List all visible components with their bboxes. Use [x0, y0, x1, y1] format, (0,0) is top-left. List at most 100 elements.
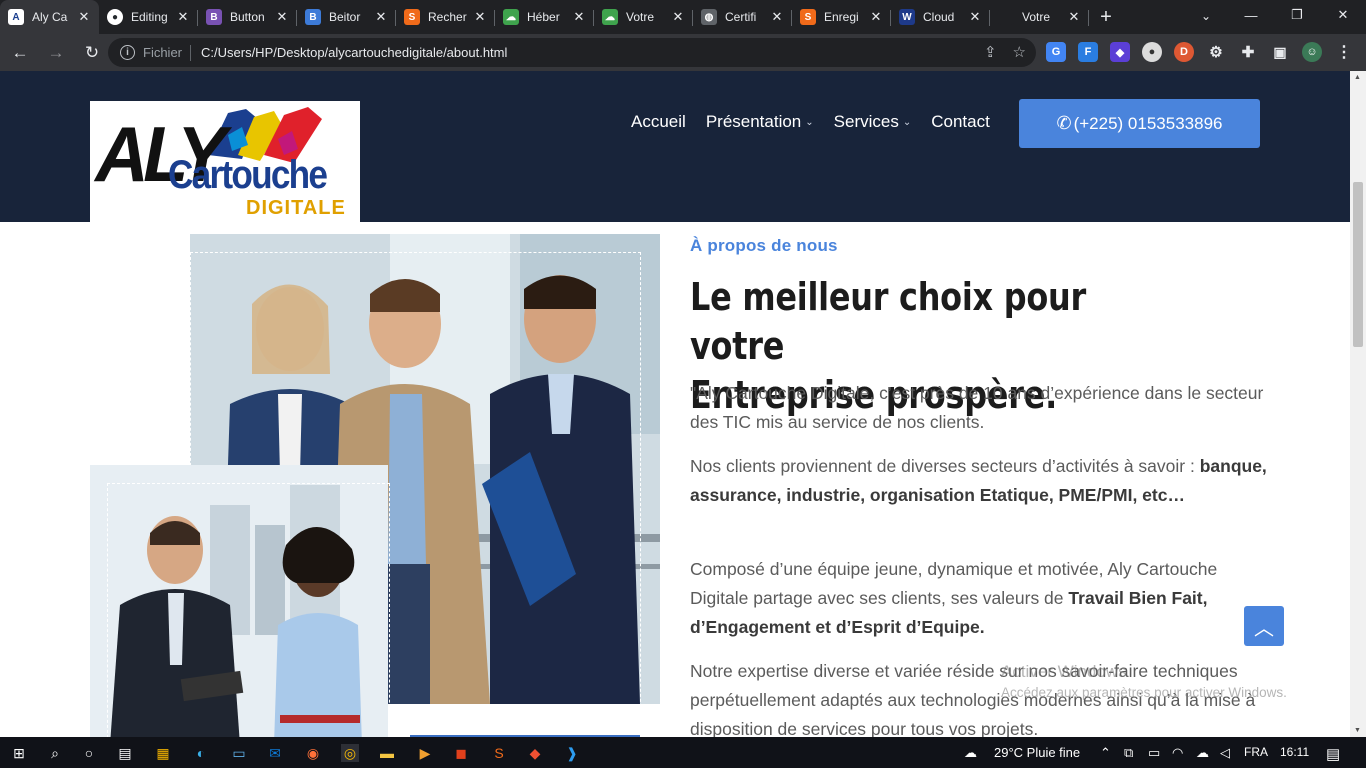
cortana-icon[interactable]: ○ — [80, 744, 98, 762]
purple-extension-icon[interactable]: ◆ — [1110, 42, 1130, 62]
scroll-down-arrow-icon[interactable]: ▼ — [1354, 727, 1361, 734]
bookmark-star-icon[interactable]: ☆ — [1013, 43, 1026, 61]
tab-close-icon[interactable]: ✕ — [176, 9, 190, 25]
tab-label: Certifi — [725, 10, 757, 24]
browser-tab[interactable]: Votre ✕ — [990, 0, 1089, 34]
site-info-icon[interactable]: i — [120, 45, 135, 60]
site-logo[interactable]: ALY Cartouche DIGITALE — [90, 101, 360, 222]
phone-icon: ✆ — [1056, 113, 1072, 133]
tab-close-icon[interactable]: ✕ — [869, 9, 883, 25]
windows-start-icon[interactable]: ⊞ — [10, 744, 28, 762]
mail-icon[interactable]: ✉ — [266, 744, 284, 762]
pc-icon[interactable]: ▭ — [230, 744, 248, 762]
browser-tab[interactable]: W Cloud ✕ — [891, 0, 990, 34]
tab-close-icon[interactable]: ✕ — [770, 9, 784, 25]
side-panel-icon[interactable]: ▣ — [1270, 42, 1290, 62]
phone-button[interactable]: ✆ (+225) 0153533896 — [1019, 99, 1260, 148]
store-icon[interactable]: ▦ — [154, 744, 172, 762]
onedrive-icon[interactable]: ☁ — [1196, 745, 1209, 761]
tab-close-icon[interactable]: ✕ — [671, 9, 685, 25]
clock[interactable]: 16:11 — [1280, 745, 1309, 759]
chevron-down-icon: ⌄ — [902, 116, 912, 128]
url-text[interactable]: C:/Users/HP/Desktop/alycartouchedigitale… — [201, 45, 507, 60]
tab-list: A Aly Ca ✕ ● Editing ✕ B Button ✕ B Beitor ✕ S Recher… — [0, 0, 1089, 34]
browser-tab[interactable]: S Enregi ✕ — [792, 0, 891, 34]
vscode-icon[interactable]: ❱ — [563, 744, 581, 762]
tab-close-icon[interactable]: ✕ — [572, 9, 586, 25]
firefox-icon[interactable]: ◉ — [304, 744, 322, 762]
battery-icon[interactable]: ▭ — [1148, 745, 1160, 761]
media-player-icon[interactable]: ▶ — [416, 744, 434, 762]
task-view-icon[interactable]: ▤ — [116, 744, 134, 762]
address-bar[interactable]: i Fichier C:/Users/HP/Desktop/alycartouc… — [108, 38, 1036, 67]
search-icon[interactable]: ⌕ — [46, 744, 64, 762]
tab-label: Votre — [1022, 10, 1051, 24]
minimize-button[interactable]: — — [1228, 0, 1274, 30]
file-explorer-icon[interactable]: ▬ — [378, 744, 396, 762]
maximize-button[interactable]: ❐ — [1274, 0, 1320, 30]
headline-line-1: Le meilleur choix pour votre — [690, 275, 1086, 368]
phone-number: (+225) 0153533896 — [1073, 113, 1223, 133]
browser-tab[interactable]: ☁ Héber ✕ — [495, 0, 594, 34]
tray-app-icon[interactable]: ⧉ — [1124, 745, 1133, 761]
language-indicator[interactable]: FRA — [1244, 745, 1268, 759]
google-translate-extension-icon[interactable]: G — [1046, 42, 1066, 62]
site-header: ALY Cartouche DIGITALE Accueil Présentati… — [0, 71, 1350, 222]
duckduckgo-extension-icon[interactable]: D — [1174, 42, 1194, 62]
new-tab-button[interactable]: + — [1089, 0, 1123, 34]
nav-item-1[interactable]: Accueil — [631, 112, 686, 132]
wifi-icon[interactable]: ◠ — [1172, 745, 1183, 761]
tab-close-icon[interactable]: ✕ — [374, 9, 388, 25]
back-to-top-button[interactable]: ︿ — [1244, 606, 1284, 646]
weather-text[interactable]: 29°C Pluie fine — [994, 745, 1080, 760]
window-controls: — ❐ ✕ — [1228, 0, 1366, 34]
back-button[interactable]: ← — [4, 37, 36, 69]
sublime-icon: S — [404, 9, 420, 25]
nav-item-2[interactable]: Présentation ⌄ — [706, 112, 814, 132]
weather-cloud-icon[interactable]: ☁ — [964, 745, 977, 761]
notifications-icon[interactable]: ▤ — [1326, 745, 1340, 763]
git-icon[interactable]: ◆ — [526, 744, 544, 762]
tab-separator — [1088, 10, 1089, 26]
browser-tab[interactable]: ☁ Votre ✕ — [594, 0, 693, 34]
tab-label: Editing — [131, 10, 168, 24]
page-scrollbar[interactable]: ▲ ▼ — [1350, 71, 1366, 737]
sublime-text-icon[interactable]: S — [490, 744, 508, 762]
tab-close-icon[interactable]: ✕ — [1067, 9, 1081, 25]
forward-button[interactable]: → — [40, 37, 72, 69]
scroll-up-arrow-icon[interactable]: ▲ — [1354, 74, 1361, 81]
browser-menu-icon[interactable]: ⋮ — [1334, 42, 1354, 62]
nav-item-3[interactable]: Services ⌄ — [834, 112, 912, 132]
browser-tab[interactable]: B Button ✕ — [198, 0, 297, 34]
reload-button[interactable]: ↻ — [76, 37, 108, 69]
browser-tab[interactable]: A Aly Ca ✕ — [0, 0, 99, 34]
edge-icon[interactable]: ◐ — [192, 744, 210, 762]
browser-tab[interactable]: B Beitor ✕ — [297, 0, 396, 34]
nav-item-4[interactable]: Contact — [931, 112, 990, 132]
tab-search-icon[interactable]: ⌄ — [1194, 4, 1218, 28]
tab-close-icon[interactable]: ✕ — [968, 9, 982, 25]
browser-tab[interactable]: ◍ Certifi ✕ — [693, 0, 792, 34]
tab-label: Beitor — [329, 10, 361, 24]
share-icon[interactable]: ⇪ — [984, 43, 997, 61]
circle-extension-icon[interactable]: ● — [1142, 42, 1162, 62]
chrome-icon[interactable]: ◎ — [341, 744, 359, 762]
tab-label: Cloud — [923, 10, 955, 24]
nav-item-label: Présentation — [705, 112, 802, 131]
browser-tab[interactable]: ● Editing ✕ — [99, 0, 198, 34]
scrollbar-thumb[interactable] — [1353, 182, 1363, 347]
tab-close-icon[interactable]: ✕ — [77, 9, 91, 25]
decorative-dashed-frame-small — [107, 483, 390, 737]
close-window-button[interactable]: ✕ — [1320, 0, 1366, 30]
tab-close-icon[interactable]: ✕ — [275, 9, 289, 25]
nav-item-label: Accueil — [631, 112, 686, 131]
office-icon[interactable]: ◼ — [452, 744, 470, 762]
tray-chevron-icon[interactable]: ⌃ — [1100, 745, 1111, 761]
font-extension-icon[interactable]: F — [1078, 42, 1098, 62]
gear-extension-icon[interactable]: ⚙ — [1206, 42, 1226, 62]
extensions-puzzle-icon[interactable]: ✚ — [1238, 42, 1258, 62]
profile-avatar[interactable]: ☺ — [1302, 42, 1322, 62]
volume-icon[interactable]: ◁ — [1220, 745, 1230, 761]
browser-tab[interactable]: S Recher ✕ — [396, 0, 495, 34]
tab-close-icon[interactable]: ✕ — [473, 9, 487, 25]
